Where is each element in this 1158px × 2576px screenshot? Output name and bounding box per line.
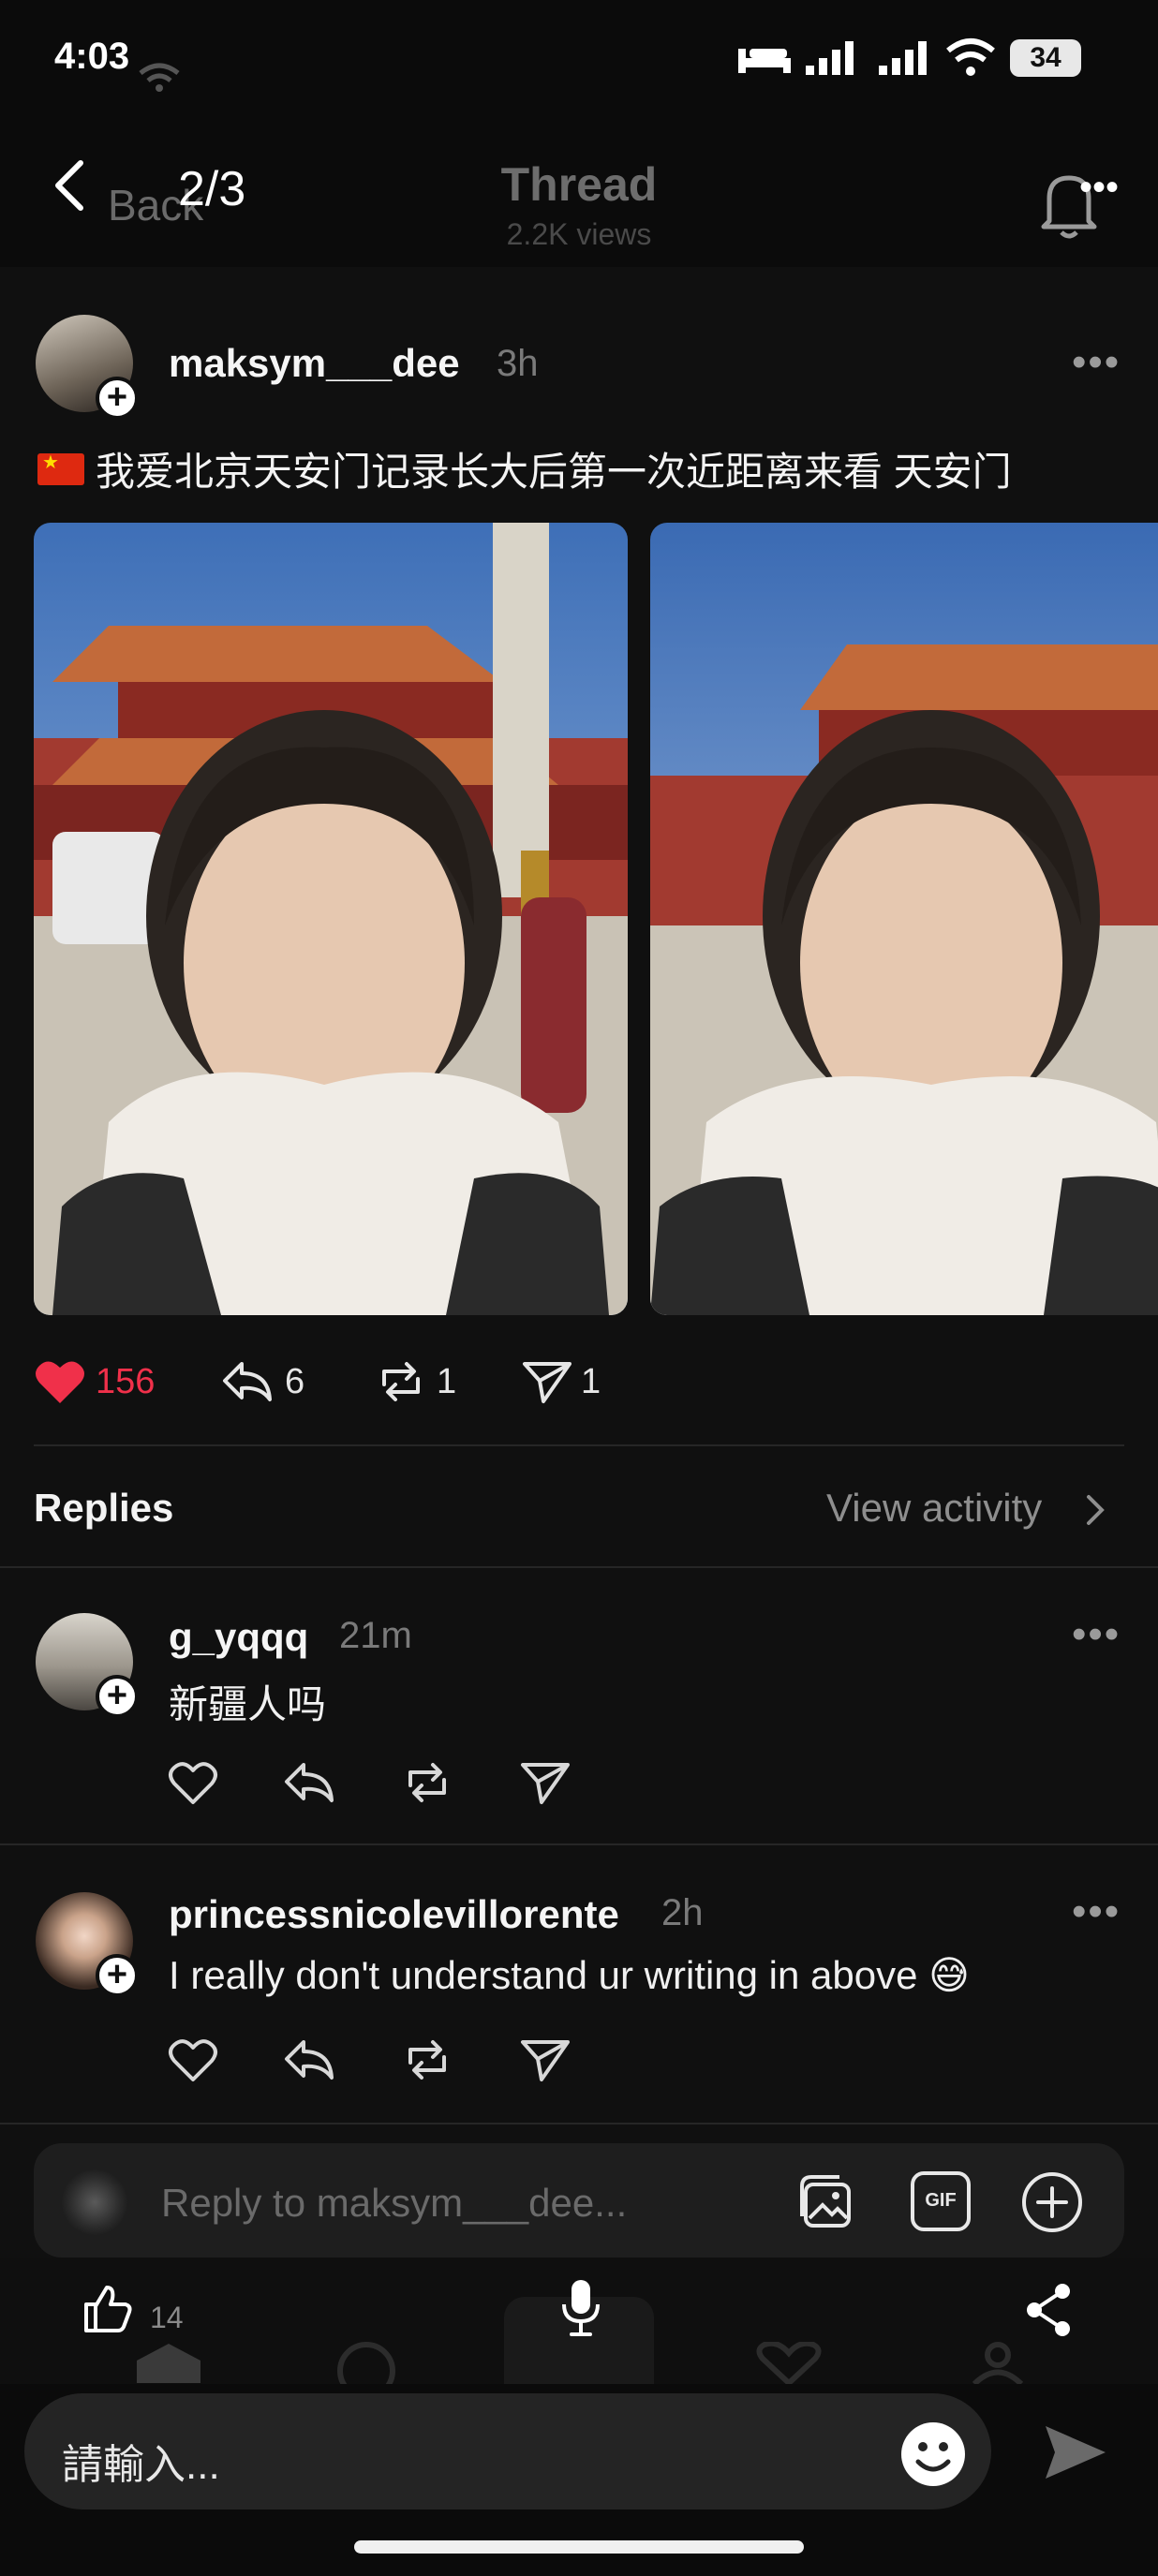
reply-text: 新疆人吗 bbox=[169, 1682, 327, 1726]
follow-plus-icon[interactable]: + bbox=[96, 377, 139, 420]
repost-icon[interactable] bbox=[401, 2036, 453, 2083]
home-tab-icon[interactable] bbox=[131, 2342, 206, 2384]
send-icon[interactable] bbox=[1042, 2422, 1109, 2482]
status-time: 4:03 bbox=[54, 36, 130, 77]
divider bbox=[0, 1843, 1158, 1845]
repost-icon[interactable] bbox=[401, 1759, 453, 1806]
home-indicator bbox=[354, 2540, 804, 2554]
microphone-icon[interactable] bbox=[558, 2278, 603, 2338]
heart-filled-icon[interactable] bbox=[34, 1358, 86, 1405]
follow-plus-icon[interactable]: + bbox=[96, 1954, 139, 1997]
reply-text: I really don't understand ur writing in … bbox=[169, 1953, 970, 1997]
post-photo-2[interactable] bbox=[650, 523, 1158, 1315]
divider bbox=[34, 1444, 1124, 1446]
post-content: 我爱北京天安门记录长大后第一次近距离来看 天安门 bbox=[37, 440, 1012, 497]
view-count: 2.2K views bbox=[506, 217, 652, 251]
reply-icon[interactable] bbox=[283, 2036, 335, 2083]
repost-count: 1 bbox=[437, 1362, 457, 1401]
share-send-icon[interactable] bbox=[519, 1759, 572, 1806]
heart-icon[interactable] bbox=[167, 1759, 219, 1806]
reply-time: 21m bbox=[339, 1615, 412, 1656]
search-tab-icon[interactable] bbox=[334, 2338, 399, 2384]
post-author[interactable]: maksym___dee bbox=[169, 341, 460, 386]
reply-icon[interactable] bbox=[221, 1358, 274, 1405]
china-flag-icon bbox=[37, 451, 84, 485]
post-more-icon[interactable]: ••• bbox=[1072, 339, 1121, 386]
share-icon[interactable] bbox=[1021, 2282, 1077, 2338]
reply-author[interactable]: g_yqqq bbox=[169, 1615, 308, 1660]
share-send-icon[interactable] bbox=[521, 1358, 573, 1405]
reply-count: 6 bbox=[285, 1362, 305, 1401]
battery-indicator: 34 bbox=[1010, 39, 1081, 77]
current-user-avatar bbox=[62, 2169, 127, 2235]
gif-icon[interactable]: GIF bbox=[911, 2171, 971, 2231]
signal-2-icon bbox=[879, 41, 927, 75]
heart-icon[interactable] bbox=[167, 2036, 219, 2083]
reply-author[interactable]: princessnicolevillorente bbox=[169, 1892, 619, 1937]
profile-tab-icon[interactable] bbox=[965, 2342, 1031, 2384]
more-options-icon[interactable]: ••• bbox=[1079, 167, 1119, 209]
emoji-icon[interactable] bbox=[899, 2421, 967, 2488]
thumbs-up-count: 14 bbox=[150, 2301, 184, 2334]
signal-icon bbox=[806, 41, 854, 75]
reply-time: 2h bbox=[661, 1892, 704, 1933]
replies-title: Replies bbox=[34, 1486, 174, 1530]
post-photo-1[interactable] bbox=[34, 523, 628, 1315]
divider bbox=[0, 1566, 1158, 1568]
page-title: Thread bbox=[500, 158, 658, 211]
post-text: 我爱北京天安门记录长大后第一次近距离来看 天安门 bbox=[96, 450, 1012, 494]
post-time: 3h bbox=[497, 343, 539, 384]
add-circle-icon[interactable] bbox=[1019, 2169, 1085, 2235]
wifi-icon bbox=[946, 38, 995, 76]
divider bbox=[0, 2123, 1158, 2124]
reply-icon[interactable] bbox=[283, 1759, 335, 1806]
view-activity-link[interactable]: View activity bbox=[826, 1486, 1042, 1531]
reply-input[interactable]: Reply to maksym___dee... bbox=[161, 2181, 627, 2226]
share-send-icon[interactable] bbox=[519, 2036, 572, 2083]
chevron-right-icon[interactable] bbox=[1085, 1491, 1107, 1529]
bed-icon bbox=[738, 49, 791, 73]
reply-more-icon[interactable]: ••• bbox=[1072, 1888, 1121, 1935]
repost-icon[interactable] bbox=[375, 1358, 427, 1405]
thumbs-up-icon[interactable] bbox=[81, 2282, 133, 2334]
photo-gallery-icon[interactable] bbox=[796, 2171, 858, 2233]
follow-plus-icon[interactable]: + bbox=[96, 1675, 139, 1718]
wifi-icon bbox=[139, 63, 180, 92]
reply-more-icon[interactable]: ••• bbox=[1072, 1611, 1121, 1658]
like-count: 156 bbox=[96, 1362, 156, 1401]
comment-input-placeholder[interactable]: 請輸入... bbox=[62, 2431, 220, 2491]
activity-tab-icon[interactable] bbox=[751, 2342, 826, 2384]
share-count: 1 bbox=[581, 1362, 601, 1401]
